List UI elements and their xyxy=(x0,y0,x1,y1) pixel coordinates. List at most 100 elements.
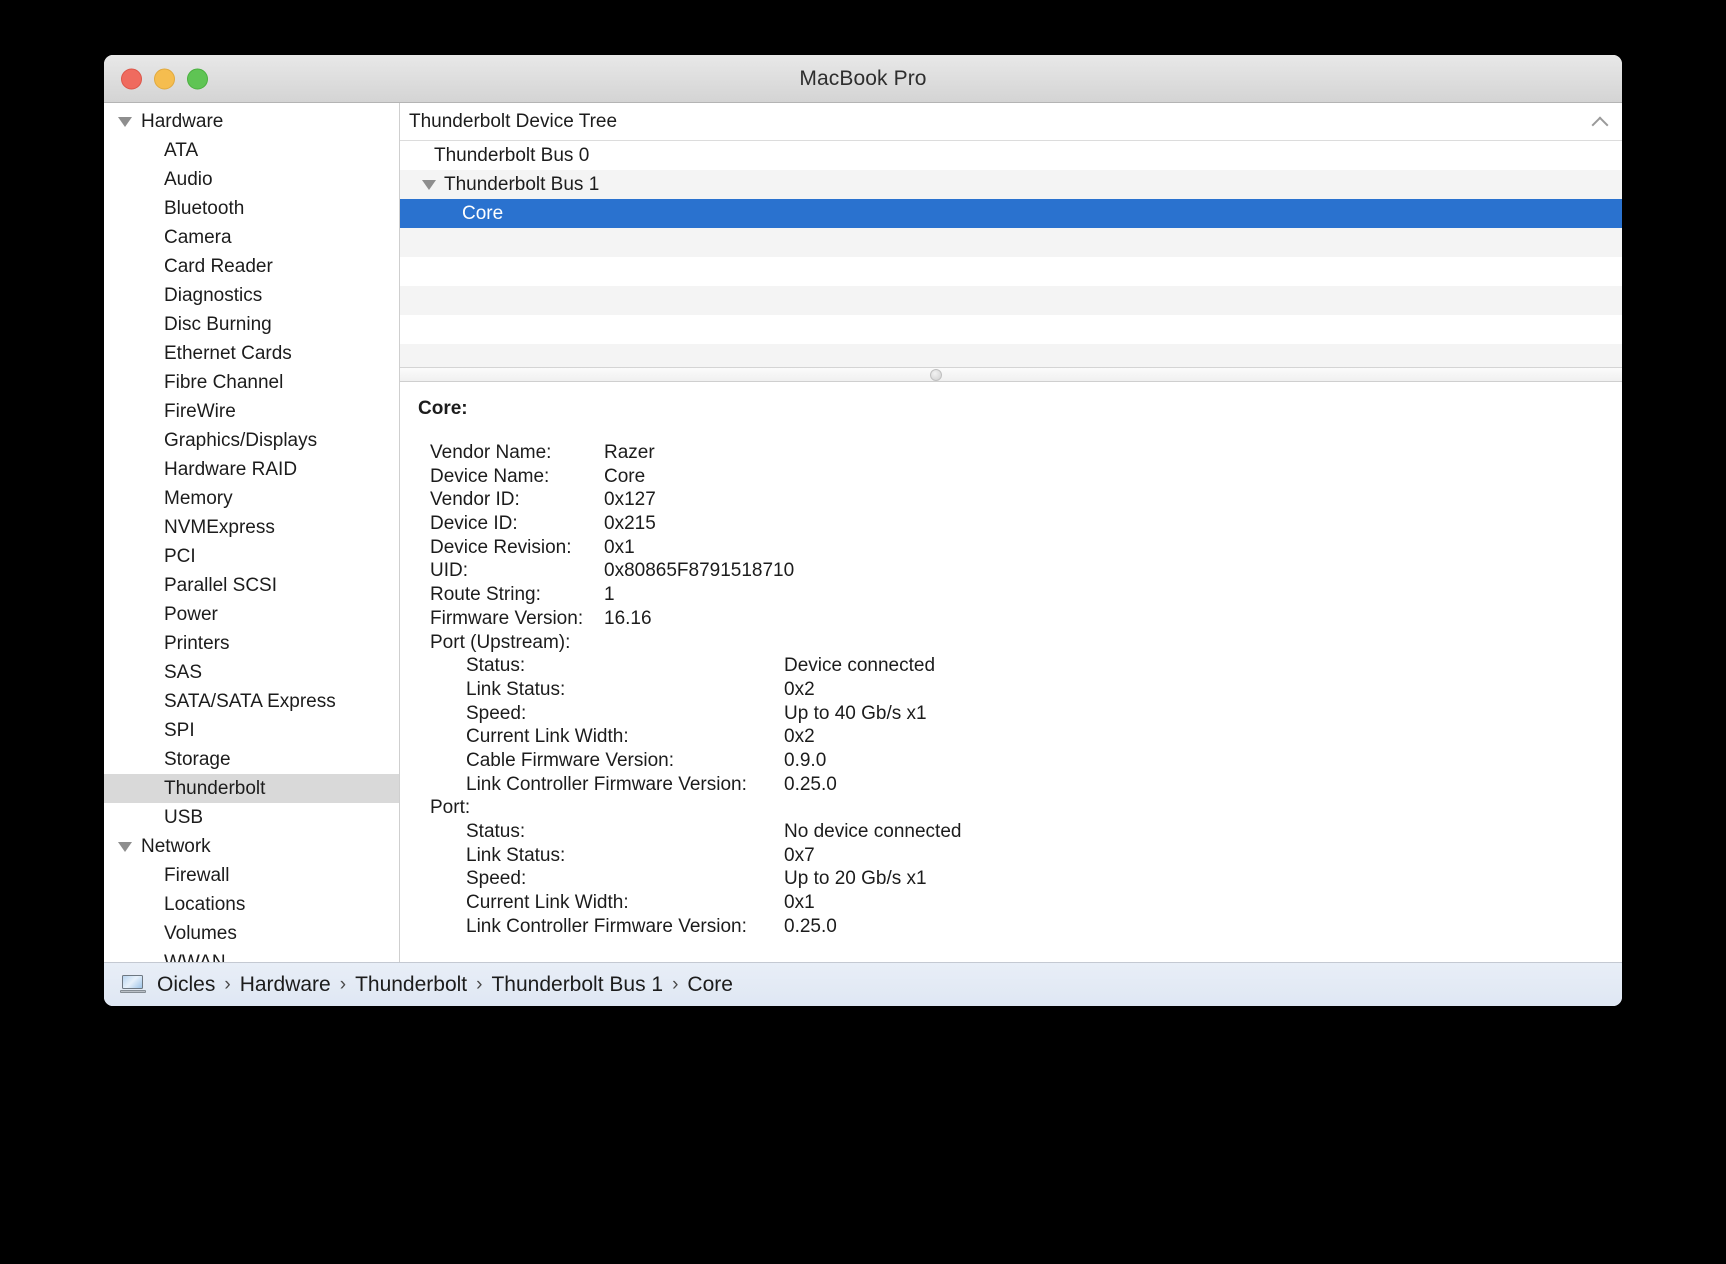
detail-pane: Core: Vendor Name: Razer Device Name: Core V… xyxy=(400,382,1622,962)
detail-property-row: Vendor Name: Razer xyxy=(418,442,1622,466)
sidebar-item-memory[interactable]: Memory xyxy=(104,484,399,513)
tree-row[interactable]: Core xyxy=(400,199,1622,228)
detail-property-value: Up to 20 Gb/s x1 xyxy=(784,868,927,890)
detail-property-key: Port (Upstream): xyxy=(430,631,571,653)
detail-property-key: Status: xyxy=(466,821,526,842)
sidebar-item-usb[interactable]: USB xyxy=(104,803,399,832)
sidebar-item-hardware[interactable]: Hardware xyxy=(104,107,399,136)
sidebar-item-card-reader[interactable]: Card Reader xyxy=(104,252,399,281)
sidebar-item-firewire[interactable]: FireWire xyxy=(104,397,399,426)
breadcrumb-separator-icon: › xyxy=(476,973,483,995)
detail-property-key: Device Revision: xyxy=(430,536,572,558)
sidebar-item-nvmexpress[interactable]: NVMExpress xyxy=(104,513,399,542)
detail-property-row: Current Link Width: 0x2 xyxy=(418,726,1622,750)
tree-row-label: Thunderbolt Bus 1 xyxy=(444,173,600,195)
breadcrumb-item[interactable]: Thunderbolt Bus 1 xyxy=(491,973,663,997)
maximize-window-button[interactable] xyxy=(187,68,208,89)
detail-property-value: Razer xyxy=(604,442,655,463)
sidebar-item-locations[interactable]: Locations xyxy=(104,890,399,919)
detail-property-row: Status: Device connected xyxy=(418,655,1622,679)
disclosure-triangle-icon[interactable] xyxy=(118,116,132,127)
detail-property-value: 0.25.0 xyxy=(784,915,837,937)
sidebar-item-label: Thunderbolt xyxy=(164,777,266,799)
sidebar-item-firewall[interactable]: Firewall xyxy=(104,861,399,890)
detail-property-value: 0x215 xyxy=(604,513,656,535)
detail-property-value: 1 xyxy=(604,584,615,606)
detail-property-row: Cable Firmware Version: 0.9.0 xyxy=(418,750,1622,774)
sidebar-item-ata[interactable]: ATA xyxy=(104,136,399,165)
detail-property-key: Speed: xyxy=(466,702,527,724)
window-titlebar: MacBook Pro xyxy=(104,55,1622,103)
minimize-window-button[interactable] xyxy=(154,68,175,89)
sidebar-item-diagnostics[interactable]: Diagnostics xyxy=(104,281,399,310)
detail-property-key: Status: xyxy=(466,655,526,677)
breadcrumb-item[interactable]: Thunderbolt xyxy=(355,973,467,997)
detail-property-key: Device ID: xyxy=(430,513,518,535)
sidebar[interactable]: Hardware ATA Audio Bluetooth Camera Card Read… xyxy=(104,103,400,962)
tree-row-empty xyxy=(400,228,1622,257)
tree-row[interactable]: Thunderbolt Bus 1 xyxy=(400,170,1622,199)
system-information-window: MacBook Pro Hardware ATA Audio Bluetooth Cam… xyxy=(104,55,1622,1006)
sidebar-item-label: FireWire xyxy=(164,400,236,422)
sidebar-item-label: SATA/SATA Express xyxy=(164,690,336,712)
breadcrumb-separator-icon: › xyxy=(672,973,679,995)
sidebar-item-audio[interactable]: Audio xyxy=(104,165,399,194)
detail-property-value: 0x80865F8791518710 xyxy=(604,560,795,582)
sidebar-item-thunderbolt[interactable]: Thunderbolt xyxy=(104,774,399,803)
sidebar-item-label: Locations xyxy=(164,893,246,915)
detail-title: Core: xyxy=(418,398,468,419)
breadcrumb: Oicles › Hardware › Thunderbolt › Thunderbolt … xyxy=(157,973,733,997)
detail-property-value: 0x127 xyxy=(604,489,656,511)
sidebar-item-volumes[interactable]: Volumes xyxy=(104,919,399,948)
sidebar-item-power[interactable]: Power xyxy=(104,600,399,629)
sidebar-item-label: Hardware RAID xyxy=(164,458,298,480)
sidebar-item-label: Fibre Channel xyxy=(164,371,284,393)
sidebar-item-ethernet-cards[interactable]: Ethernet Cards xyxy=(104,339,399,368)
sidebar-item-spi[interactable]: SPI xyxy=(104,716,399,745)
sidebar-item-sas[interactable]: SAS xyxy=(104,658,399,687)
detail-property-value: Up to 40 Gb/s x1 xyxy=(784,702,927,724)
device-tree-title: Thunderbolt Device Tree xyxy=(409,110,618,132)
sidebar-item-storage[interactable]: Storage xyxy=(104,745,399,774)
detail-property-key: Link Controller Firmware Version: xyxy=(466,915,747,937)
breadcrumb-item[interactable]: Oicles xyxy=(157,973,215,997)
detail-property-row: Link Controller Firmware Version: 0.25.0 xyxy=(418,774,1622,798)
macbook-icon xyxy=(120,975,146,994)
device-tree-header: Thunderbolt Device Tree xyxy=(400,103,1622,141)
sidebar-item-camera[interactable]: Camera xyxy=(104,223,399,252)
sidebar-item-fibre-channel[interactable]: Fibre Channel xyxy=(104,368,399,397)
sidebar-item-wwan[interactable]: WWAN xyxy=(104,948,399,963)
sidebar-item-hardware-raid[interactable]: Hardware RAID xyxy=(104,455,399,484)
sidebar-item-bluetooth[interactable]: Bluetooth xyxy=(104,194,399,223)
detail-property-value: 16.16 xyxy=(604,607,652,629)
sidebar-item-pci[interactable]: PCI xyxy=(104,542,399,571)
detail-property-key: Link Status: xyxy=(466,678,566,700)
detail-property-key: UID: xyxy=(430,560,468,582)
sidebar-item-label: Disc Burning xyxy=(164,313,272,335)
splitter-handle[interactable] xyxy=(930,368,942,381)
content-pane: Thunderbolt Device Tree Thunderbolt Bus … xyxy=(400,103,1622,962)
disclosure-triangle-icon[interactable] xyxy=(118,841,132,852)
breadcrumb-item[interactable]: Core xyxy=(687,973,733,997)
sidebar-item-parallel-scsi[interactable]: Parallel SCSI xyxy=(104,571,399,600)
detail-property-row: Link Status: 0x7 xyxy=(418,845,1622,869)
sidebar-item-label: PCI xyxy=(164,545,196,567)
sidebar-item-printers[interactable]: Printers xyxy=(104,629,399,658)
close-window-button[interactable] xyxy=(121,68,142,89)
sidebar-item-network[interactable]: Network xyxy=(104,832,399,861)
breadcrumb-item[interactable]: Hardware xyxy=(240,973,331,997)
disclosure-triangle-icon[interactable] xyxy=(422,179,436,190)
device-tree-list[interactable]: Thunderbolt Bus 0 Thunderbolt Bus 1 Core xyxy=(400,141,1622,367)
tree-row[interactable]: Thunderbolt Bus 0 xyxy=(400,141,1622,170)
chevron-up-icon[interactable] xyxy=(1592,114,1608,130)
sidebar-item-disc-burning[interactable]: Disc Burning xyxy=(104,310,399,339)
detail-property-list: Vendor Name: Razer Device Name: Core Vendor … xyxy=(418,442,1622,939)
sidebar-item-label: Diagnostics xyxy=(164,284,263,306)
pane-splitter[interactable] xyxy=(400,367,1622,382)
sidebar-item-label: Storage xyxy=(164,748,231,770)
sidebar-item-sata-sata-express[interactable]: SATA/SATA Express xyxy=(104,687,399,716)
sidebar-item-label: USB xyxy=(164,806,204,828)
sidebar-item-graphics-displays[interactable]: Graphics/Displays xyxy=(104,426,399,455)
tree-row-empty xyxy=(400,344,1622,367)
detail-property-row: Current Link Width: 0x1 xyxy=(418,892,1622,916)
